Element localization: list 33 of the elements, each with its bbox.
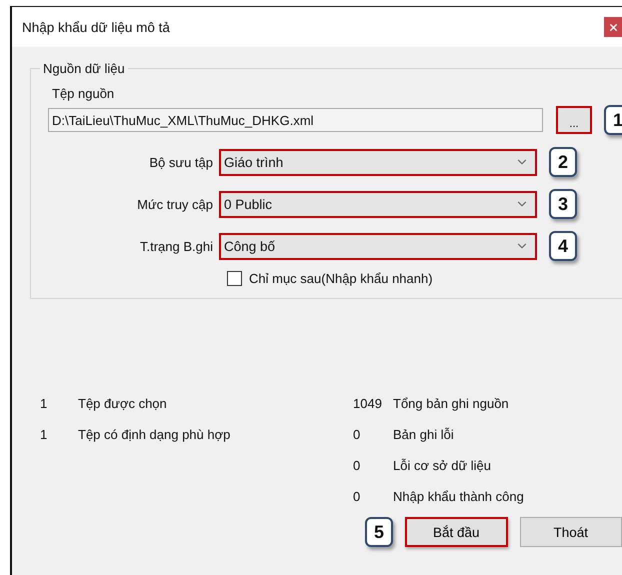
close-button[interactable] (604, 17, 622, 37)
window-title: Nhập khẩu dữ liệu mô tả (22, 20, 170, 34)
dropdown[interactable]: Giáo trình (219, 148, 537, 176)
count-value: 0 (353, 457, 362, 474)
browse-button[interactable]: ... (556, 106, 592, 134)
stat-label: Nhập khẩu thành công (393, 488, 525, 505)
callout-number: 3 (549, 189, 577, 219)
stat-label: Tệp có định dạng phù hợp (78, 426, 232, 443)
group-title: Nguồn dữ liệu (42, 61, 126, 76)
checkbox[interactable] (227, 271, 242, 286)
field-label: Bộ sưu tập (148, 154, 214, 170)
stat-label: Lỗi cơ sở dữ liệu (393, 457, 492, 474)
callout-number: 4 (549, 231, 577, 261)
stat-label: Tệp được chọn (78, 395, 168, 412)
file-path-field[interactable]: D:\TaiLieu\ThuMuc_XML\ThuMuc_DHKG.xml (48, 108, 543, 132)
field-label: T.trạng B.ghi (139, 238, 214, 254)
dropdown[interactable]: Công bố (219, 232, 537, 260)
stat-label: Bản ghi lỗi (393, 426, 455, 443)
count-value: 1 (40, 426, 48, 443)
checkbox-label: Chỉ mục sau(Nhập khẩu nhanh) (249, 271, 433, 286)
exit-button[interactable]: Thoát (520, 517, 622, 547)
callout-number: 2 (549, 147, 577, 177)
count-value: 0 (353, 426, 362, 443)
field-label: Tệp nguồn (52, 86, 116, 101)
start-button[interactable]: Bắt đầu (405, 517, 508, 547)
stat-label: Tổng bản ghi nguồn (393, 395, 510, 412)
count-value: 1049 (353, 395, 383, 412)
close-icon (608, 22, 619, 32)
count-value: 1 (40, 395, 48, 412)
field-label: Mức truy cập (136, 196, 214, 212)
callout-number: 5 (365, 517, 393, 547)
dropdown[interactable]: 0 Public (219, 190, 537, 218)
count-value: 0 (353, 488, 362, 505)
